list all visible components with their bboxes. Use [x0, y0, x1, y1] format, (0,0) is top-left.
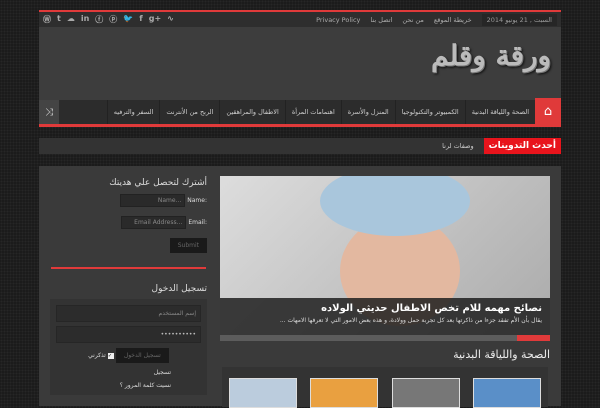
tumblr-icon[interactable]: t	[57, 14, 61, 25]
name-input[interactable]: Name...	[120, 194, 186, 207]
slide-caption: نصائح مهمه للام تخص الاطفال حديثي الولاد…	[220, 298, 550, 335]
email-input[interactable]: Email Address...	[121, 216, 187, 229]
nav-item-women[interactable]: اهتمامات المرأة	[284, 100, 341, 124]
login-widget: تسجيل الدخول إسم المستخدم •••••••••• تذك…	[50, 284, 207, 395]
site-logo[interactable]: ورقة وقلم	[431, 39, 551, 72]
forgot-password-link[interactable]: نسيت كلمة المرور ؟	[120, 382, 171, 389]
remember-label: تذكرني	[88, 352, 106, 359]
sitemap-link[interactable]: خريطة الموقع	[434, 16, 472, 24]
ticker-item[interactable]: وصفات لرنا	[432, 142, 483, 150]
contact-link[interactable]: اتصل بنا	[370, 16, 392, 24]
post-thumbnail[interactable]	[391, 378, 460, 408]
slide-image-hat	[320, 176, 470, 236]
social-links: Ⓦ t ☁ in ⓕ ⓟ 🐦 f g+ ∿	[43, 14, 174, 25]
nav-item-earn-online[interactable]: الربح من الأنترنت	[159, 100, 219, 124]
section-title: الصحة واللياقة البدنية	[453, 348, 550, 361]
pinterest-icon[interactable]: ⓟ	[109, 14, 117, 25]
featured-slider[interactable]: نصائح مهمه للام تخص الاطفال حديثي الولاد…	[220, 176, 550, 341]
post-thumbnail[interactable]	[310, 378, 379, 408]
username-input[interactable]: إسم المستخدم	[56, 305, 201, 322]
nav-item-health[interactable]: الصحة واللياقة البدنية	[464, 100, 535, 124]
nav-item-kids[interactable]: الاطفال والمراهقين	[219, 100, 284, 124]
stumbleupon-icon[interactable]: ☁	[67, 14, 75, 25]
slider-progress	[220, 335, 550, 341]
date: السبت , 21 يونيو 2014	[481, 13, 557, 26]
remember-checkbox[interactable]: ✓	[107, 352, 114, 359]
email-label: Email:	[188, 219, 207, 226]
facebook-icon[interactable]: f	[139, 14, 142, 25]
nav-item-home-family[interactable]: المنزل والأسرة	[340, 100, 395, 124]
header: ورقة وقلم	[39, 27, 561, 100]
linkedin-icon[interactable]: in	[81, 14, 89, 25]
ticker-label: أحدث التدوينات	[483, 138, 561, 154]
slide-title[interactable]: نصائح مهمه للام تخص الاطفال حديثي الولاد…	[228, 303, 542, 314]
password-input[interactable]: ••••••••••	[56, 326, 201, 343]
nav-item-tech[interactable]: الكمبيوتر والتكنولوجيا	[394, 100, 465, 124]
post-thumbnail[interactable]	[228, 378, 297, 408]
rss-icon[interactable]: ∿	[167, 14, 174, 25]
name-label: Name:	[187, 197, 207, 204]
google-plus-icon[interactable]: g+	[149, 14, 161, 25]
subscribe-widget: أشترك لتحصل علي هديتك Name... Name: Email…	[50, 178, 207, 253]
post-thumbnail[interactable]	[473, 378, 542, 408]
main-nav: ⌂ الصحة واللياقة البدنية الكمبيوتر والتك…	[39, 98, 561, 127]
login-title: تسجيل الدخول	[151, 284, 207, 294]
twitter-icon[interactable]: 🐦	[123, 14, 133, 25]
section-thumbnails	[222, 367, 548, 408]
privacy-policy-link[interactable]: Privacy Policy	[316, 16, 360, 24]
wordpress-icon[interactable]: Ⓦ	[43, 14, 51, 25]
home-icon[interactable]: ⌂	[535, 98, 561, 124]
slide-excerpt: يقال بأن الأم تفقد جزءا من ذاكرتها بعد ك…	[279, 317, 542, 324]
top-bar: Ⓦ t ☁ in ⓕ ⓟ 🐦 f g+ ∿ Privacy Policy اتص…	[39, 10, 561, 27]
slider-progress-fill	[517, 335, 550, 341]
shuffle-icon[interactable]: ⤨	[39, 100, 59, 124]
register-link[interactable]: تسجيل	[154, 369, 171, 376]
login-button[interactable]: تسجيل الدخول	[115, 348, 169, 363]
foursquare-icon[interactable]: ⓕ	[95, 14, 103, 25]
subscribe-title: أشترك لتحصل علي هديتك	[109, 178, 207, 188]
divider	[51, 267, 206, 269]
nav-item-travel[interactable]: السفر والترفيه	[106, 100, 160, 124]
news-ticker: أحدث التدوينات وصفات لرنا	[39, 138, 561, 154]
about-link[interactable]: من نحن	[402, 16, 423, 24]
submit-button[interactable]: Submit	[169, 238, 207, 253]
